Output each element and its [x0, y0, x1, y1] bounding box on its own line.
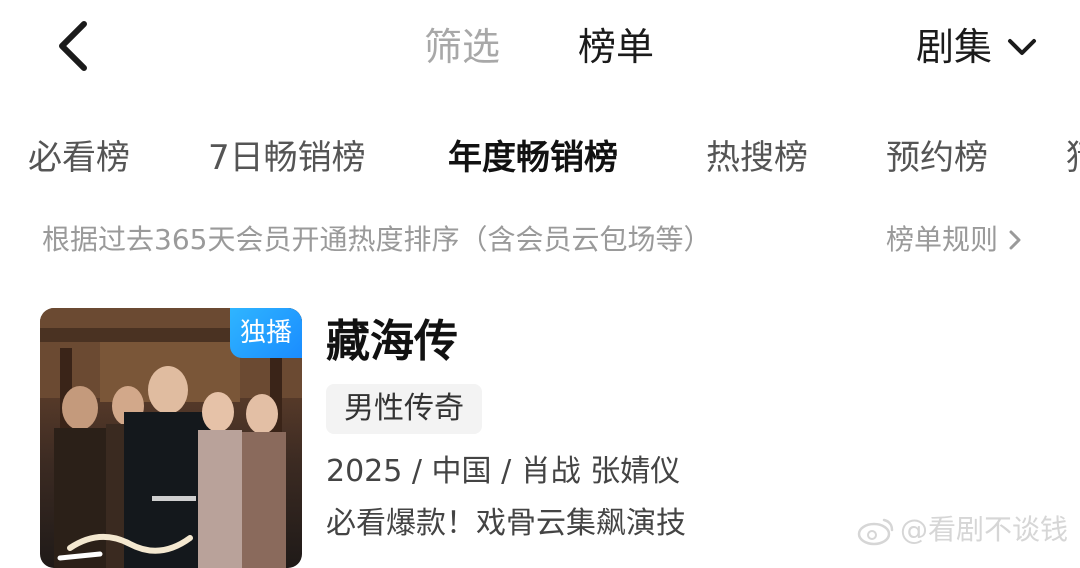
exclusive-badge: 独播 — [230, 308, 302, 358]
rank-tab-reservation[interactable]: 预约榜 — [886, 134, 988, 182]
chevron-left-icon — [59, 21, 87, 71]
rank-tab-7day-bestseller[interactable]: 7日畅销榜 — [208, 134, 366, 182]
ranking-description: 根据过去365天会员开通热度排序（含会员云包场等） — [42, 223, 712, 256]
rank-tab-annual-bestseller[interactable]: 年度畅销榜 — [448, 134, 618, 182]
rank-tab-guess[interactable]: 猜 — [1066, 134, 1080, 182]
rules-label: 榜单规则 — [886, 223, 999, 256]
category-dropdown[interactable]: 剧集 — [916, 22, 1040, 72]
rank-tab-must-watch[interactable]: 必看榜 — [28, 134, 130, 182]
genre-tag: 男性传奇 — [326, 384, 482, 434]
chevron-right-icon — [1009, 230, 1021, 250]
ranking-rules-link[interactable]: 榜单规则 — [886, 218, 1024, 262]
watermark-text: @看剧不谈钱 — [900, 513, 1069, 546]
show-poster[interactable]: 独播 — [40, 308, 302, 568]
back-button[interactable] — [44, 14, 104, 78]
chevron-down-icon — [1008, 39, 1037, 55]
weibo-icon — [857, 518, 894, 546]
watermark: @看剧不谈钱 — [856, 510, 1068, 550]
show-tagline: 必看爆款！戏骨云集飙演技 — [326, 506, 686, 541]
rank-tab-hot-search[interactable]: 热搜榜 — [706, 134, 808, 182]
show-meta: 2025 / 中国 / 肖战 张婧仪 — [326, 454, 681, 489]
show-title[interactable]: 藏海传 — [326, 312, 458, 372]
category-label: 剧集 — [916, 25, 993, 69]
tab-filter[interactable]: 筛选 — [424, 22, 500, 72]
tab-ranking[interactable]: 榜单 — [578, 22, 654, 72]
